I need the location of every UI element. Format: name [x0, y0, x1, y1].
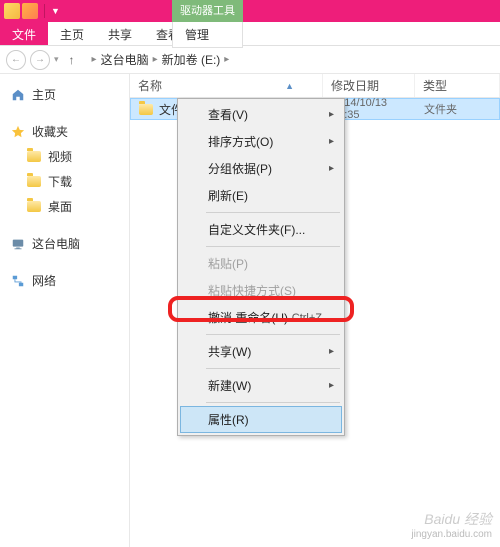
folder-icon: [4, 3, 20, 19]
menu-paste-shortcut: 粘贴快捷方式(S): [180, 277, 342, 304]
chevron-right-icon: ▸: [153, 54, 158, 65]
breadcrumb-pc[interactable]: 这台电脑: [101, 51, 149, 68]
star-icon: [10, 124, 26, 140]
folder-icon: [139, 104, 153, 115]
ribbon: 文件 主页 共享 查看 驱动器工具 管理: [0, 22, 500, 46]
separator: [206, 334, 340, 335]
navbar: ← → ▾ ↑ ▸ 这台电脑 ▸ 新加卷 (E:) ▸: [0, 46, 500, 74]
sidebar-item-label: 桌面: [48, 198, 72, 215]
sidebar-item-label: 主页: [32, 86, 56, 103]
menu-refresh[interactable]: 刷新(E): [180, 182, 342, 209]
menu-group[interactable]: 分组依据(P) ▸: [180, 155, 342, 182]
sidebar-item-label: 收藏夹: [32, 123, 68, 140]
sidebar-item-label: 这台电脑: [32, 235, 80, 252]
back-button[interactable]: ←: [6, 50, 26, 70]
column-date[interactable]: 修改日期: [323, 74, 415, 97]
folder-icon: [26, 199, 42, 215]
sidebar-item-desktop[interactable]: 桌面: [4, 194, 125, 219]
separator: [206, 212, 340, 213]
watermark-brand: Baidu 经验: [411, 510, 492, 528]
column-type[interactable]: 类型: [415, 74, 500, 97]
separator: [206, 368, 340, 369]
column-name[interactable]: 名称 ▲: [130, 74, 323, 97]
chevron-right-icon: ▸: [329, 109, 334, 120]
chevron-right-icon: ▸: [329, 380, 334, 391]
home-icon: [10, 87, 26, 103]
tab-share[interactable]: 共享: [96, 22, 144, 45]
sidebar-item-favorites[interactable]: 收藏夹: [4, 119, 125, 144]
ribbon-tool-group: 驱动器工具 管理: [172, 0, 243, 48]
menu-label: 撤消 重命名(U): [208, 309, 288, 326]
sidebar-item-pc[interactable]: 这台电脑: [4, 231, 125, 256]
shortcut-label: Ctrl+Z: [292, 312, 322, 324]
sidebar-item-label: 下载: [48, 173, 72, 190]
column-header: 名称 ▲ 修改日期 类型: [130, 74, 500, 98]
sidebar-item-network[interactable]: 网络: [4, 268, 125, 293]
menu-view[interactable]: 查看(V) ▸: [180, 101, 342, 128]
watermark-url: jingyan.baidu.com: [411, 528, 492, 541]
file-type-cell: 文件夹: [416, 101, 499, 117]
chevron-down-icon[interactable]: ▼: [51, 6, 60, 16]
tab-home[interactable]: 主页: [48, 22, 96, 45]
up-button[interactable]: ↑: [63, 51, 81, 69]
sidebar-item-home[interactable]: 主页: [4, 82, 125, 107]
titlebar: ▼: [0, 0, 500, 22]
chevron-right-icon: ▸: [224, 54, 229, 65]
menu-share[interactable]: 共享(W) ▸: [180, 338, 342, 365]
menu-sort[interactable]: 排序方式(O) ▸: [180, 128, 342, 155]
menu-label: 分组依据(P): [208, 160, 272, 177]
menu-label: 查看(V): [208, 106, 248, 123]
menu-properties[interactable]: 属性(R): [180, 406, 342, 433]
tool-label: 驱动器工具: [172, 0, 243, 22]
chevron-right-icon: ▸: [92, 54, 97, 65]
folder-icon: [26, 149, 42, 165]
divider: [44, 4, 45, 18]
history-dropdown[interactable]: ▾: [54, 54, 59, 65]
chevron-right-icon: ▸: [329, 136, 334, 147]
computer-icon: [10, 236, 26, 252]
sidebar-item-label: 网络: [32, 272, 56, 289]
menu-undo[interactable]: 撤消 重命名(U) Ctrl+Z: [180, 304, 342, 331]
column-label: 名称: [138, 77, 162, 94]
watermark: Baidu 经验 jingyan.baidu.com: [411, 510, 492, 541]
sidebar: 主页 收藏夹 视频 下载 桌面 这台电脑 网络: [0, 74, 130, 547]
folder-icon: [26, 174, 42, 190]
menu-label: 共享(W): [208, 343, 251, 360]
menu-custom-folder[interactable]: 自定义文件夹(F)...: [180, 216, 342, 243]
menu-new[interactable]: 新建(W) ▸: [180, 372, 342, 399]
tab-manage[interactable]: 管理: [172, 22, 243, 48]
app-icon: [22, 3, 38, 19]
breadcrumb-vol[interactable]: 新加卷 (E:): [162, 51, 221, 68]
separator: [206, 246, 340, 247]
sidebar-item-download[interactable]: 下载: [4, 169, 125, 194]
sidebar-item-label: 视频: [48, 148, 72, 165]
forward-button[interactable]: →: [30, 50, 50, 70]
sort-asc-icon: ▲: [285, 81, 314, 91]
sidebar-item-video[interactable]: 视频: [4, 144, 125, 169]
breadcrumb[interactable]: ▸ 这台电脑 ▸ 新加卷 (E:) ▸: [85, 50, 494, 69]
menu-label: 新建(W): [208, 377, 251, 394]
separator: [206, 402, 340, 403]
menu-label: 排序方式(O): [208, 133, 273, 150]
network-icon: [10, 273, 26, 289]
context-menu: 查看(V) ▸ 排序方式(O) ▸ 分组依据(P) ▸ 刷新(E) 自定义文件夹(F)…: [177, 98, 345, 436]
chevron-right-icon: ▸: [329, 163, 334, 174]
menu-paste: 粘贴(P): [180, 250, 342, 277]
tab-file[interactable]: 文件: [0, 22, 48, 45]
chevron-right-icon: ▸: [329, 346, 334, 357]
